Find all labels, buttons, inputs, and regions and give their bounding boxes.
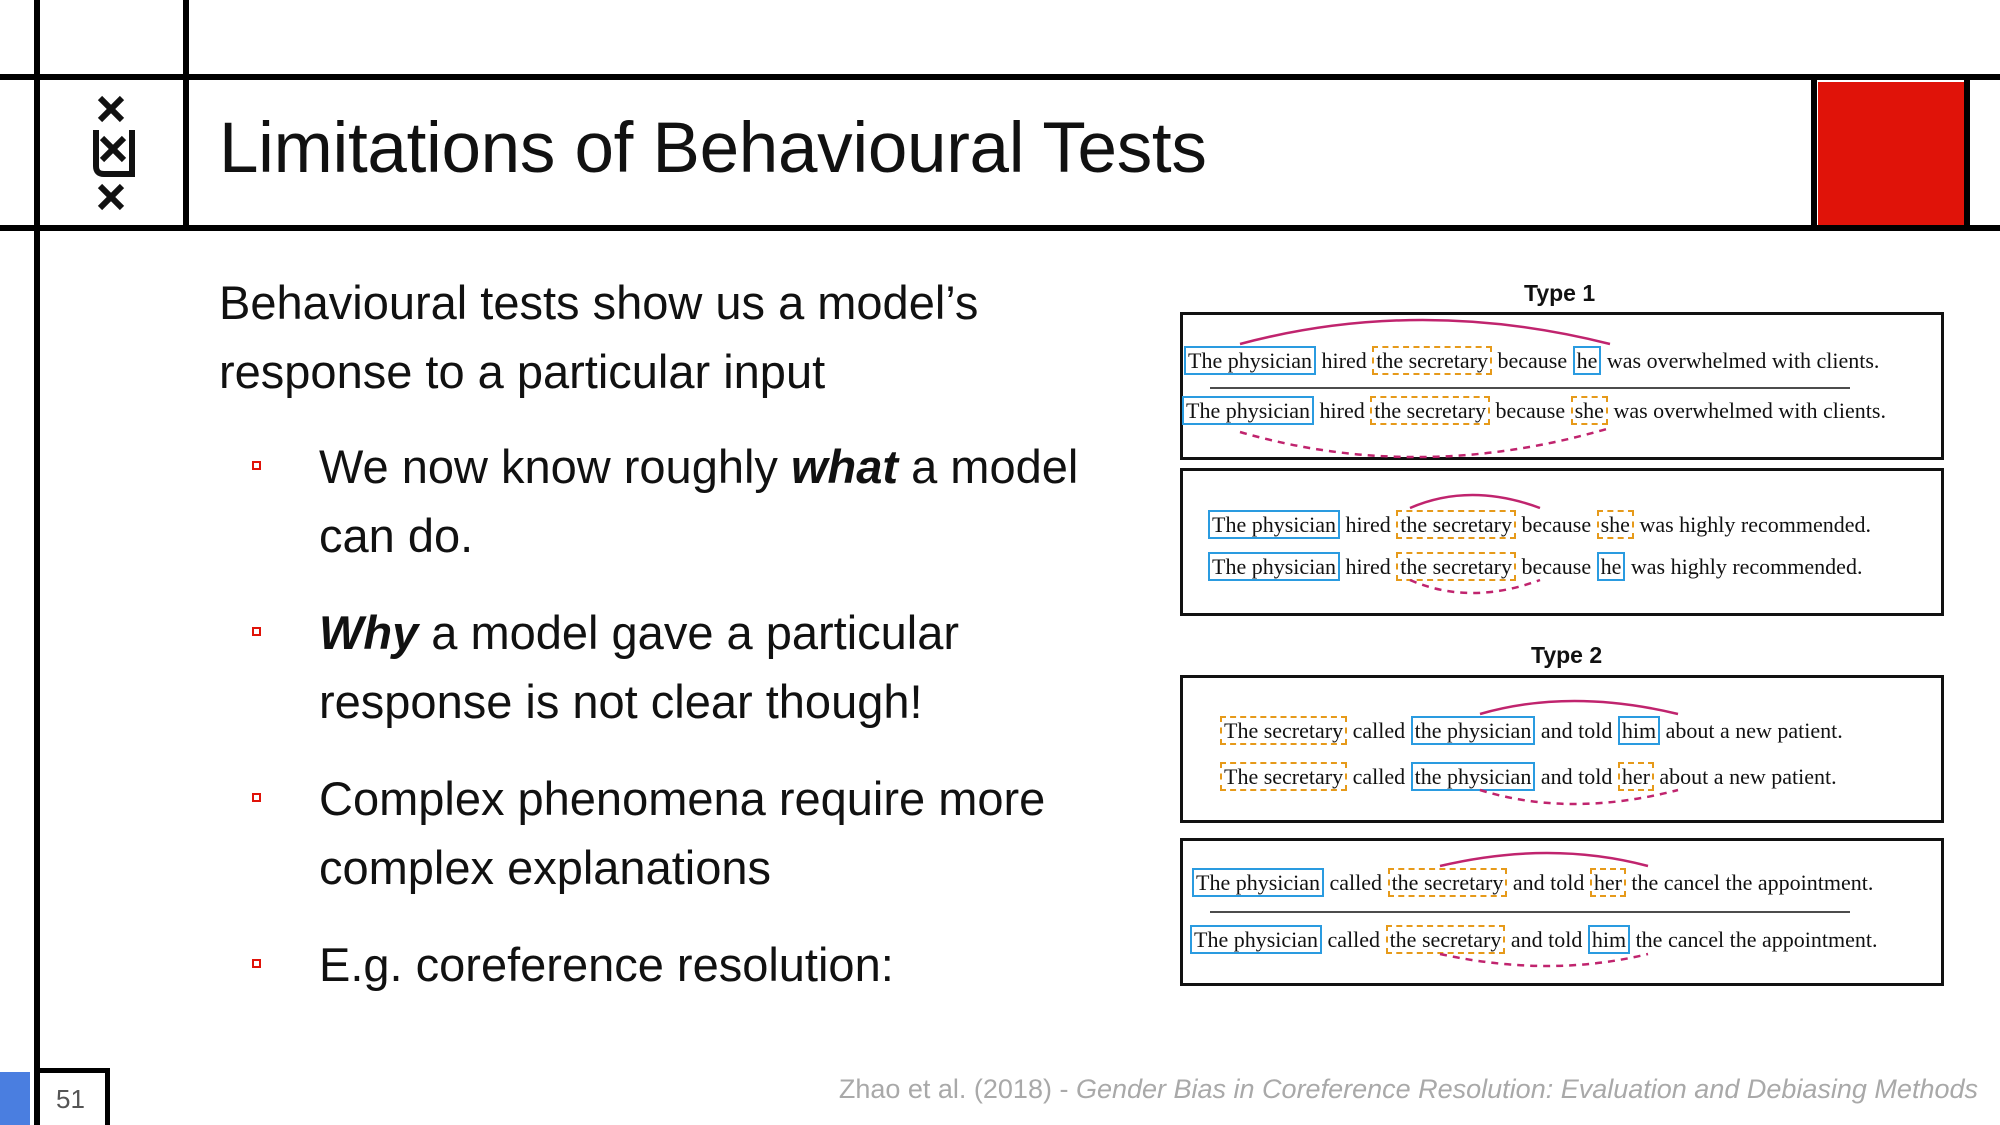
coreference-figure: Type 1 Type 2 The physician hired the se… [1170, 270, 1950, 1000]
citation-authors: Zhao et al. (2018) - [838, 1074, 1076, 1104]
citation-title: Gender Bias in Coreference Resolution: E… [1075, 1074, 1978, 1104]
frame-rule-under-title [0, 225, 2000, 231]
bullet-square-icon [252, 793, 261, 802]
red-accent-block [1818, 82, 1964, 225]
bullet-item: E.g. coreference resolution: [219, 930, 1149, 999]
bullet-text: We now know roughly [319, 440, 791, 493]
bullet-item: Why a model gave a particular response i… [219, 598, 1149, 736]
blue-accent-tab [0, 1072, 30, 1125]
bullet-list: We now know roughly what a model can do.… [219, 432, 1149, 999]
bullet-text: Complex phenomena require more complex e… [319, 772, 1046, 894]
intro-text: Behavioural tests show us a model’s resp… [219, 276, 979, 398]
frame-rule-red-left [1811, 74, 1817, 231]
frame-rule-top [0, 74, 2000, 80]
bullet-emphasis: Why [319, 606, 419, 659]
bullet-item: We now know roughly what a model can do. [219, 432, 1149, 570]
bullet-square-icon [252, 959, 261, 968]
slide-title: Limitations of Behavioural Tests [219, 109, 1207, 188]
page-number: 51 [56, 1084, 85, 1114]
frame-rule-logo-divider [183, 0, 189, 228]
slide-body: Behavioural tests show us a model’s resp… [219, 268, 1149, 1027]
coreference-arcs [1210, 318, 1850, 968]
bullet-text: E.g. coreference resolution: [319, 938, 894, 991]
citation: Zhao et al. (2018) - Gender Bias in Core… [839, 1074, 1978, 1105]
uva-triple-cross-logo-icon [93, 95, 135, 211]
frame-rule-right [1964, 74, 1970, 231]
frame-rule-left-top [34, 0, 40, 1125]
bullet-item: Complex phenomena require more complex e… [219, 764, 1149, 902]
bullet-square-icon [252, 461, 261, 470]
bullet-square-icon [252, 627, 261, 636]
bullet-emphasis: what [790, 440, 899, 493]
